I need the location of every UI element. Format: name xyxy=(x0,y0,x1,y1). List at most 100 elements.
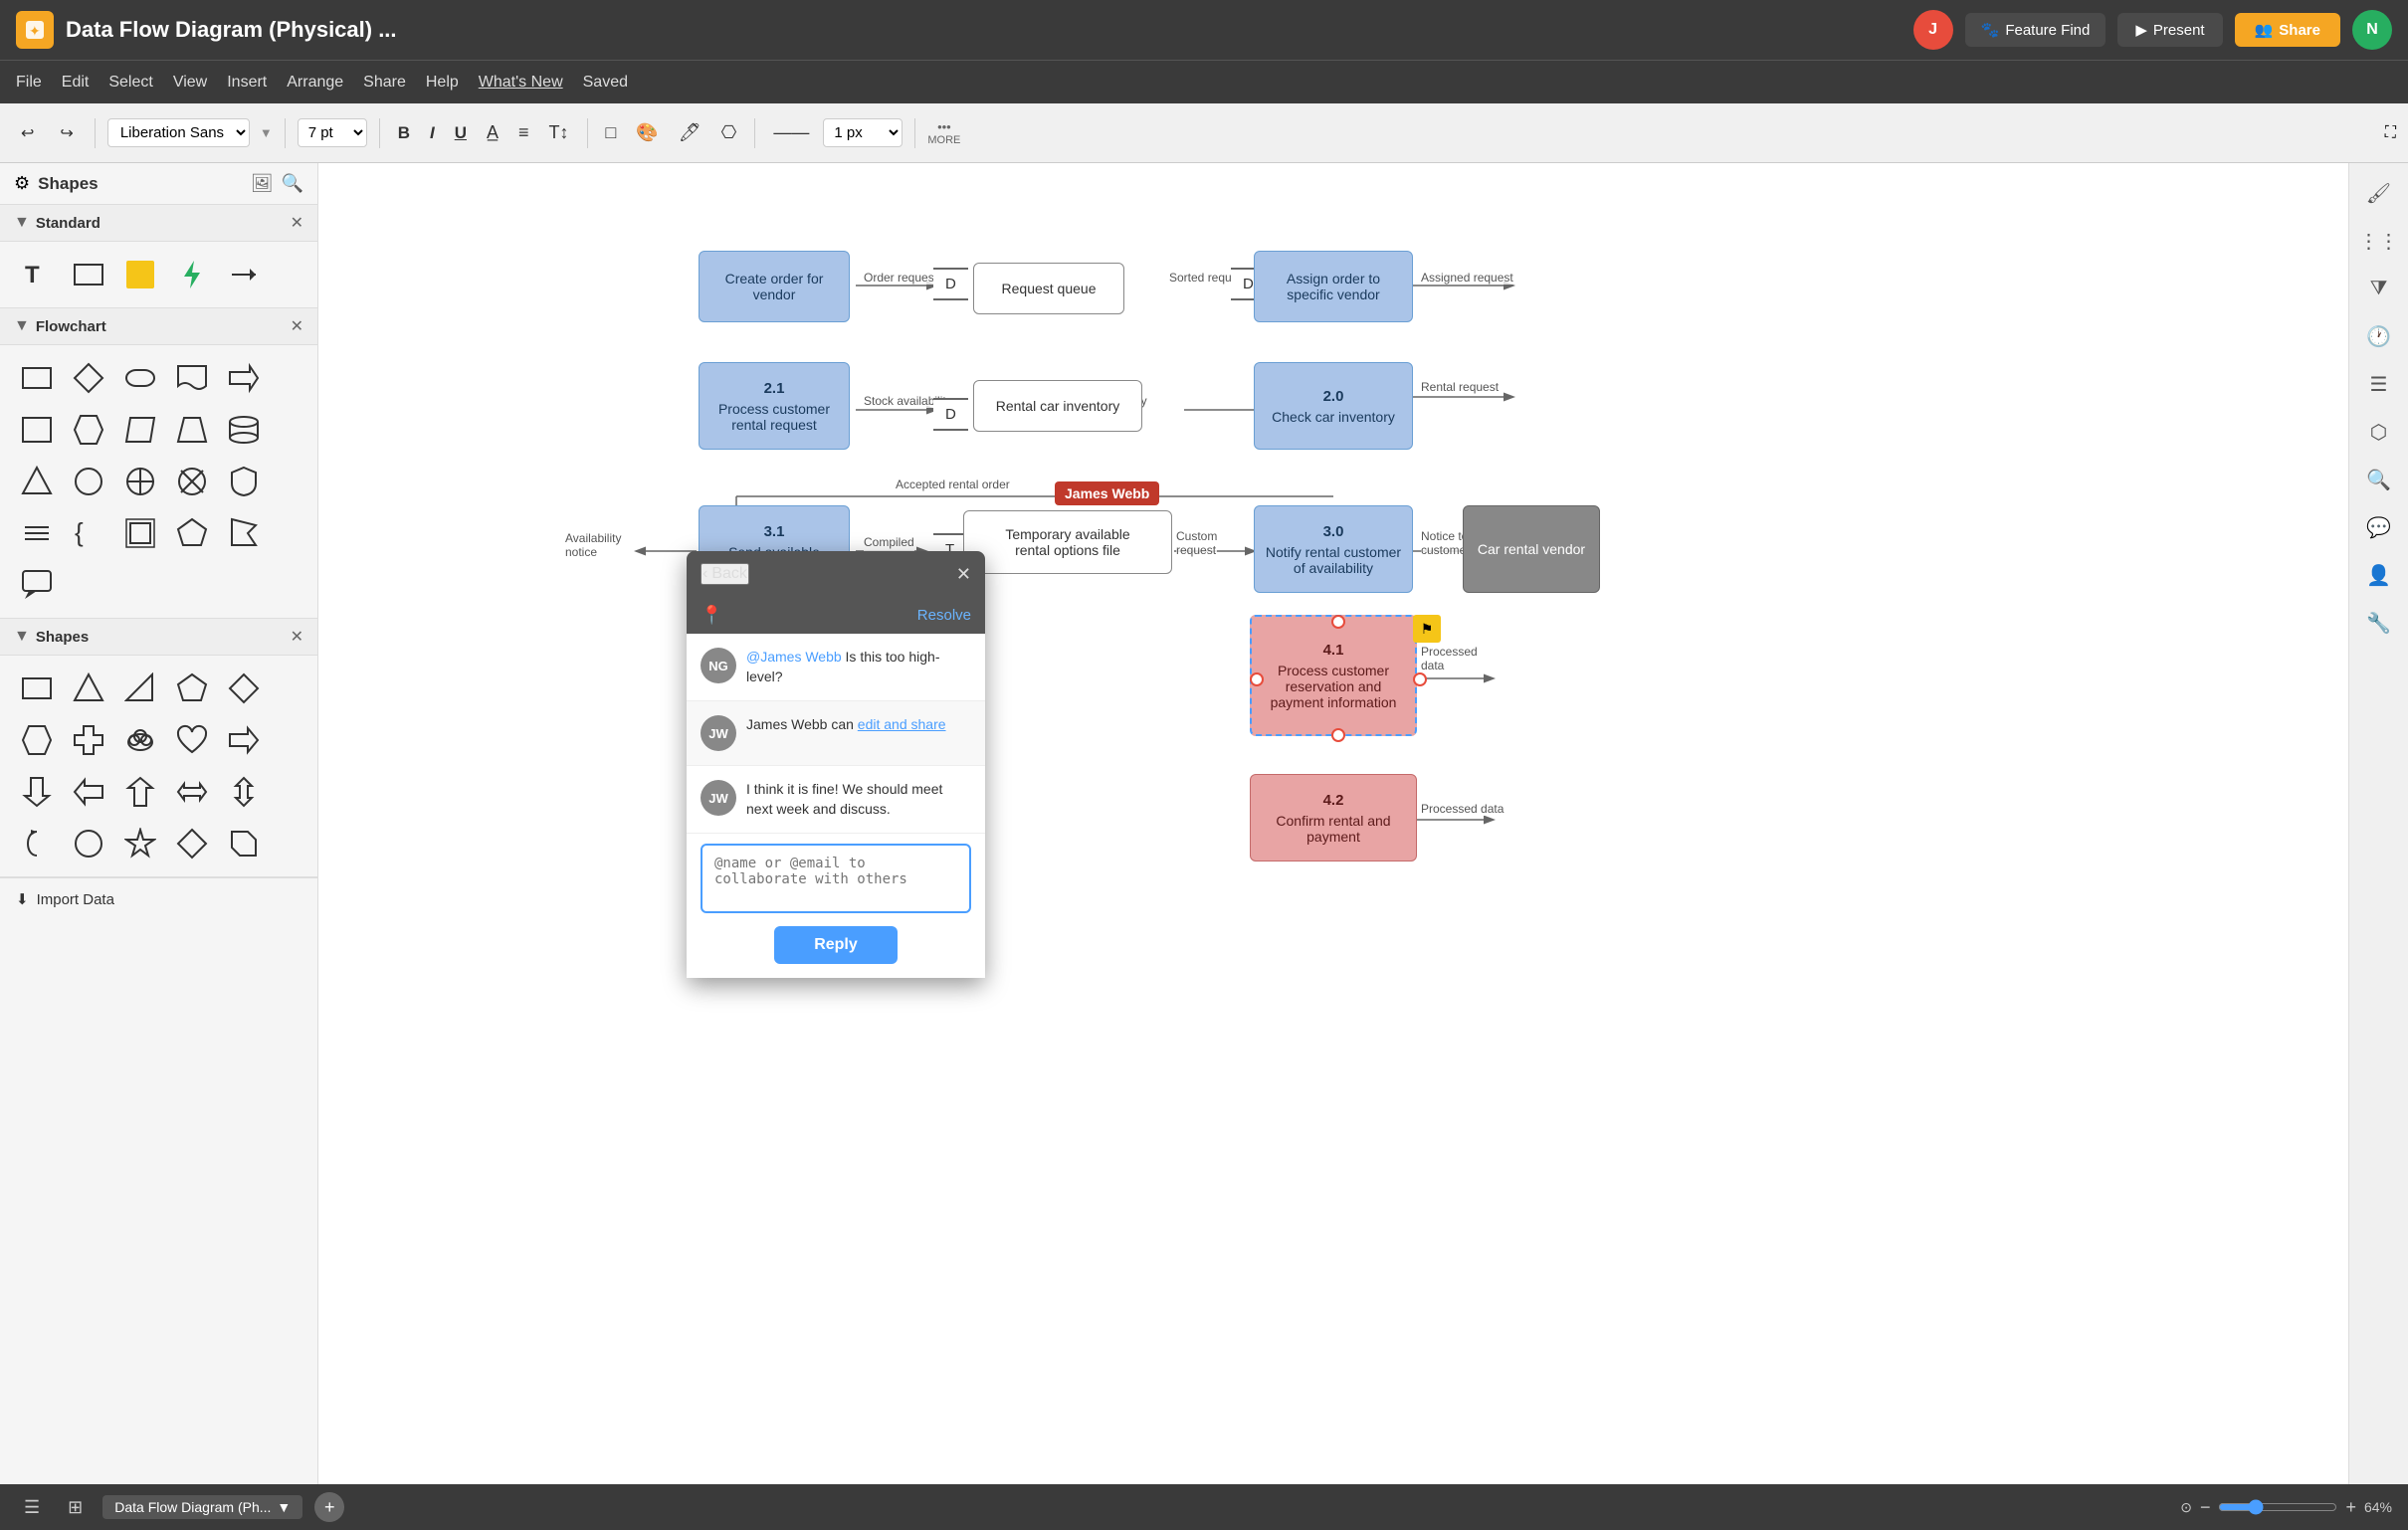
datastore-d-request[interactable]: D xyxy=(933,268,968,300)
diagram-label[interactable]: Data Flow Diagram (Ph... ▼ xyxy=(102,1495,302,1519)
flowchart-diamond[interactable] xyxy=(66,355,111,401)
shape-cross[interactable] xyxy=(66,717,111,763)
rect-shape[interactable] xyxy=(66,252,111,297)
node-41[interactable]: 4.1 Process customerreservation andpayme… xyxy=(1250,615,1417,736)
redo-button[interactable]: ↪ xyxy=(51,118,82,148)
right-panel-user-button[interactable]: 👤 xyxy=(2357,553,2401,597)
import-data-button[interactable]: ⬇ Import Data xyxy=(0,877,317,920)
undo-button[interactable]: ↩ xyxy=(12,118,43,148)
right-panel-style-button[interactable]: 🖌 xyxy=(2357,171,2401,215)
shape-diamond[interactable] xyxy=(169,821,215,866)
list-view-button[interactable]: ☰ xyxy=(16,1493,48,1522)
right-panel-grid-button[interactable]: ⋮⋮ xyxy=(2357,219,2401,263)
menu-edit[interactable]: Edit xyxy=(62,74,90,92)
right-panel-search-button[interactable]: 🔍 xyxy=(2357,458,2401,501)
shape-pentagon[interactable] xyxy=(169,666,215,711)
flowchart-cylinder[interactable] xyxy=(221,407,267,453)
shape-triangle[interactable] xyxy=(66,666,111,711)
sticky-note-41[interactable]: ⚑ xyxy=(1413,615,1441,643)
flowchart-shield[interactable] xyxy=(221,459,267,504)
node-30[interactable]: 3.0 Notify rental customerof availabilit… xyxy=(1254,505,1413,593)
flowchart-speech-bubble[interactable] xyxy=(14,562,60,608)
fullscreen-button[interactable]: ⛶ xyxy=(2385,124,2396,142)
flowchart-cross[interactable] xyxy=(117,459,163,504)
flowchart-flag[interactable] xyxy=(221,510,267,556)
shapes-section-close[interactable]: ✕ xyxy=(291,627,303,647)
flowchart-crossed-circle[interactable] xyxy=(169,459,215,504)
comment-input[interactable] xyxy=(701,844,971,913)
right-panel-shapes2-button[interactable]: ⬡ xyxy=(2357,410,2401,454)
more-options[interactable]: ••• MORE xyxy=(927,119,960,146)
shape-up-down-arrow[interactable] xyxy=(221,769,267,815)
shape-down-arrow[interactable] xyxy=(14,769,60,815)
shape-rhombus[interactable] xyxy=(221,666,267,711)
flowchart-triangle[interactable] xyxy=(14,459,60,504)
comment-back-button[interactable]: ‹ Back xyxy=(701,563,749,585)
menu-insert[interactable]: Insert xyxy=(227,74,267,92)
shape-left-arrow[interactable] xyxy=(66,769,111,815)
zoom-out-button[interactable]: − xyxy=(2200,1497,2211,1518)
menu-share[interactable]: Share xyxy=(363,74,406,92)
text-shape[interactable]: T xyxy=(14,252,60,297)
zoom-slider[interactable] xyxy=(2218,1499,2337,1515)
shapes-search-button[interactable]: 🔍 xyxy=(282,173,303,194)
edit-share-link[interactable]: edit and share xyxy=(858,716,946,732)
flowchart-doc[interactable] xyxy=(169,355,215,401)
node-42[interactable]: 4.2 Confirm rental andpayment xyxy=(1250,774,1417,861)
lightning-shape[interactable] xyxy=(169,252,215,297)
arrow-shape[interactable] xyxy=(221,252,267,297)
assign-order-node[interactable]: Assign order tospecific vendor xyxy=(1254,251,1413,322)
datastore-d-inventory[interactable]: D xyxy=(933,398,968,431)
flowchart-braces[interactable]: { xyxy=(66,510,111,556)
flowchart-hex[interactable] xyxy=(66,407,111,453)
comment-resolve-button[interactable]: Resolve xyxy=(917,607,971,624)
menu-file[interactable]: File xyxy=(16,74,42,92)
shape-hexagon[interactable] xyxy=(14,717,60,763)
fill-color-button[interactable]: 🎨 xyxy=(630,120,664,145)
comment-reply-button[interactable]: Reply xyxy=(774,926,898,964)
shape-irregular[interactable] xyxy=(221,821,267,866)
shapes-section-header[interactable]: ▼ Shapes ✕ xyxy=(0,619,317,656)
menu-view[interactable]: View xyxy=(173,74,207,92)
connection-button[interactable]: ⎔ xyxy=(715,120,743,145)
comment-close-button[interactable]: ✕ xyxy=(956,564,971,585)
shape-up-arrow[interactable] xyxy=(117,769,163,815)
right-panel-clock-button[interactable]: 🕐 xyxy=(2357,314,2401,358)
right-panel-comment-button[interactable]: 💬 xyxy=(2357,505,2401,549)
underline-button[interactable]: U xyxy=(449,121,473,145)
menu-whats-new[interactable]: What's New xyxy=(479,74,563,92)
align-button[interactable]: ≡ xyxy=(512,120,535,145)
shape-heart[interactable] xyxy=(169,717,215,763)
menu-select[interactable]: Select xyxy=(108,74,152,92)
line-width-selector[interactable]: 1 px xyxy=(823,118,903,147)
standard-section-close[interactable]: ✕ xyxy=(291,213,303,233)
line-color-button[interactable]: 🖊 xyxy=(673,120,707,145)
flowchart-rect2[interactable] xyxy=(14,407,60,453)
sticky-note-shape[interactable] xyxy=(117,252,163,297)
node-21[interactable]: 2.1 Process customerrental request xyxy=(699,362,850,450)
font-color-button[interactable]: A̲ xyxy=(481,120,504,145)
bold-button[interactable]: B xyxy=(392,121,416,145)
shapes-image-button[interactable]: 🖼 xyxy=(251,173,274,194)
flowchart-circle[interactable] xyxy=(66,459,111,504)
car-vendor-node[interactable]: Car rental vendor xyxy=(1463,505,1600,593)
flowchart-para[interactable] xyxy=(117,407,163,453)
flowchart-pentagon[interactable] xyxy=(169,510,215,556)
present-button[interactable]: ▶ Present xyxy=(2117,13,2222,47)
canvas-area[interactable]: Order request Sorted request Assigned re… xyxy=(318,163,2348,1484)
flowchart-rect[interactable] xyxy=(14,355,60,401)
right-panel-layers-button[interactable]: ⧩ xyxy=(2357,267,2401,310)
right-panel-wrench-button[interactable]: 🔧 xyxy=(2357,601,2401,645)
shape-curved-arrow[interactable] xyxy=(14,821,60,866)
italic-button[interactable]: I xyxy=(424,121,441,145)
add-page-button[interactable]: + xyxy=(314,1492,344,1522)
shape-right-arrow[interactable] xyxy=(221,717,267,763)
flowchart-section-header[interactable]: ▼ Flowchart ✕ xyxy=(0,308,317,345)
text-format-button[interactable]: T↕ xyxy=(543,120,575,145)
request-queue-node[interactable]: Request queue xyxy=(973,263,1124,314)
shape-rect[interactable] xyxy=(14,666,60,711)
standard-section-header[interactable]: ▼ Standard ✕ xyxy=(0,205,317,242)
flowchart-trap[interactable] xyxy=(169,407,215,453)
create-order-node[interactable]: Create order forvendor xyxy=(699,251,850,322)
shape-cloud[interactable] xyxy=(117,717,163,763)
